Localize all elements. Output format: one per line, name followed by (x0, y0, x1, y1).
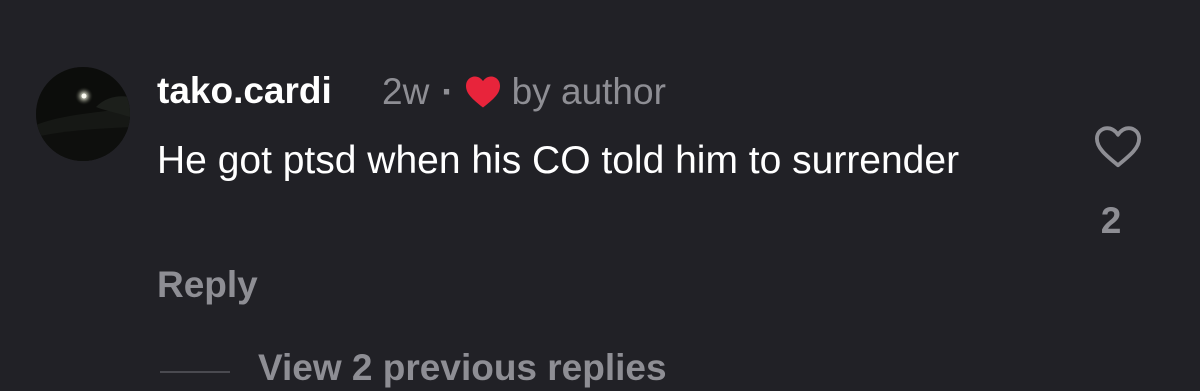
comment-thread: tako.cardi 2w · by author He got ptsd wh… (0, 0, 1200, 391)
comment-timestamp: 2w (382, 71, 430, 112)
liked-by-author-label: by author (511, 71, 666, 112)
meta-separator: · (441, 71, 454, 112)
comment-username[interactable]: tako.cardi (157, 70, 332, 112)
view-previous-replies-button[interactable]: View 2 previous replies (258, 347, 667, 389)
heart-outline-icon[interactable] (1093, 124, 1143, 170)
avatar[interactable] (36, 67, 130, 161)
like-count: 2 (1100, 200, 1122, 241)
heart-filled-icon (465, 76, 500, 108)
replies-divider (160, 371, 230, 373)
comment-text: He got ptsd when his CO told him to surr… (157, 139, 960, 182)
reply-button[interactable]: Reply (157, 264, 258, 306)
avatar-image (36, 67, 130, 161)
comment-meta: 2w · by author (382, 71, 666, 113)
